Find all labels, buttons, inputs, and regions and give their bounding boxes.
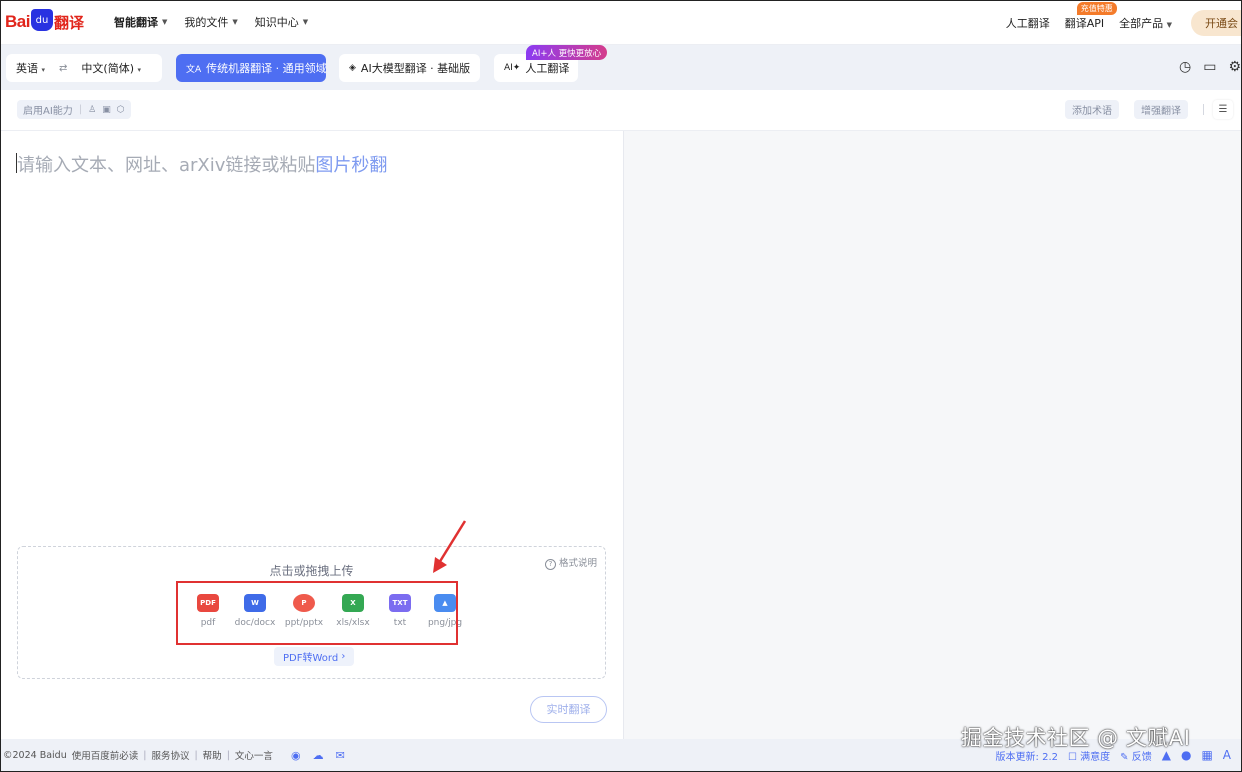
footer-links: ©2024 Baidu 使用百度前必读 | 服务协议 | 帮助 | 文心一言 — [3, 748, 273, 763]
target-language-select[interactable]: 中文(简体) ▾ — [81, 60, 141, 76]
pdf-to-word-label: PDF转Word — [283, 653, 339, 664]
all-products-label: 全部产品 — [1119, 16, 1164, 30]
mode-toolbar: 英语 ▾ ⇄ 中文(简体) ▾ 文A 传统机器翻译 · 通用领域 ◈ AI大模型… — [1, 45, 1241, 90]
history-icon[interactable]: ◷ — [1179, 59, 1191, 75]
source-language-label: 英语 — [16, 62, 38, 75]
app-window: Bai du 翻译 智能翻译 ▼ 我的文件 ▼ 知识中心 ▼ 人工翻译 充值特惠… — [0, 0, 1242, 772]
nav-human-translate[interactable]: 人工翻译 — [1006, 15, 1050, 31]
footer-link[interactable]: 文心一言 — [235, 748, 273, 762]
ai-document-icon[interactable]: ▣ — [102, 105, 111, 115]
toolbar-icons: ◷ ▭ ⚙ — [1179, 59, 1241, 75]
baidu-translate-logo[interactable]: Bai du 翻译 — [5, 7, 84, 37]
version-value: 2.2 — [1042, 751, 1058, 763]
nav-item-label: 智能翻译 — [114, 16, 158, 29]
windows-icon[interactable]: ▦ — [1201, 748, 1212, 762]
sub-toolbar: 启用AI能力 | ♙ ▣ ⬡ 添加术语 增强翻译 ☰ — [1, 90, 1241, 131]
footer-link[interactable]: 帮助 — [203, 748, 222, 762]
question-icon: ? — [544, 559, 556, 570]
chevron-down-icon: ▼ — [1166, 20, 1172, 29]
tab-label: 传统机器翻译 · 通用领域 — [206, 62, 327, 75]
api-label: 翻译API — [1064, 16, 1105, 30]
chevron-down-icon: ▼ — [302, 18, 309, 26]
nav-item-label: 知识中心 — [254, 16, 299, 29]
divider: | — [226, 749, 230, 761]
image-translate-link[interactable]: 图片秒翻 — [315, 155, 387, 176]
chevron-down-icon: ▾ — [137, 66, 142, 74]
chevron-down-icon: ▼ — [162, 18, 168, 26]
format-help-link[interactable]: ? 格式说明 — [544, 555, 597, 570]
chevron-down-icon: ▾ — [41, 66, 46, 74]
layers-icon: ◈ — [349, 63, 356, 73]
tab-label: 人工翻译 — [525, 62, 570, 75]
language-selector: 英语 ▾ ⇄ 中文(简体) ▾ — [6, 54, 162, 82]
tab-llm-translation[interactable]: ◈ AI大模型翻译 · 基础版 — [339, 54, 480, 82]
chevron-right-icon: › — [338, 651, 346, 662]
logo-bai: Bai — [5, 12, 30, 31]
wechat-icon[interactable]: ☁ — [313, 749, 324, 762]
logo-fanyi: 翻译 — [53, 13, 84, 32]
nav-menu: 智能翻译 ▼ 我的文件 ▼ 知识中心 ▼ — [114, 14, 308, 30]
footer-link[interactable]: 服务协议 — [151, 748, 189, 762]
highlight-box — [176, 581, 458, 645]
version-label: 版本更新: — [995, 751, 1039, 763]
translation-output-panel — [624, 131, 1241, 739]
realtime-translate-button[interactable]: 实时翻译 — [530, 696, 607, 723]
folder-icon[interactable]: ▭ — [1203, 59, 1216, 75]
translate-icon: 文A — [186, 64, 202, 75]
logo-paw-icon: du — [30, 9, 53, 31]
divider — [1203, 104, 1204, 115]
annotation-arrow-icon — [433, 520, 467, 573]
source-input-panel[interactable]: 请输入文本、网址、arXiv链接或粘贴图片秒翻 点击或拖拽上传 ? 格式说明 PD… — [1, 131, 624, 739]
nav-translate-api[interactable]: 充值特惠 翻译API — [1064, 1, 1117, 31]
satisfaction-label: 满意度 — [1080, 751, 1111, 763]
watermark: 掘金技术社区 @ 文赋AI — [961, 726, 1191, 750]
nav-item-label: 我的文件 — [184, 16, 229, 29]
target-language-label: 中文(简体) — [81, 62, 134, 75]
nav-all-products[interactable]: 全部产品 ▼ — [1119, 15, 1172, 31]
upload-title: 点击或拖拽上传 — [269, 564, 354, 578]
tab-label: AI大模型翻译 · 基础版 — [360, 62, 471, 75]
ai-capability-label: 启用AI能力 — [23, 106, 73, 117]
nav-item-knowledge-center[interactable]: 知识中心 ▼ — [255, 14, 308, 30]
weibo-icon[interactable]: ◉ — [291, 749, 301, 762]
gear-icon[interactable]: ⚙ — [1228, 59, 1241, 75]
source-language-select[interactable]: 英语 ▾ — [16, 60, 45, 76]
nav-item-smart-translate[interactable]: 智能翻译 ▼ — [114, 14, 167, 30]
api-promo-badge: 充值特惠 — [1076, 1, 1117, 15]
add-term-button[interactable]: 添加术语 — [1065, 100, 1119, 119]
source-text-placeholder[interactable]: 请输入文本、网址、arXiv链接或粘贴图片秒翻 — [17, 151, 387, 177]
divider: | — [143, 749, 147, 761]
enhance-translation-button[interactable]: 增强翻译 — [1134, 100, 1188, 119]
footer-link[interactable]: 使用百度前必读 — [72, 748, 139, 762]
copyright: ©2024 Baidu — [3, 749, 67, 761]
nav-item-my-files[interactable]: 我的文件 ▼ — [184, 14, 237, 30]
open-membership-button[interactable]: 开通会 — [1191, 9, 1241, 36]
nav-right: 人工翻译 充值特惠 翻译API 全部产品 ▼ 开通会 — [1006, 1, 1241, 44]
divider: | — [194, 749, 198, 761]
divider: | — [78, 104, 83, 115]
chevron-down-icon: ▼ — [232, 18, 238, 26]
pdf-to-word-button[interactable]: PDF转Word › — [274, 647, 355, 666]
swap-languages-icon[interactable]: ⇄ — [59, 63, 67, 74]
app-store-icon[interactable]: A — [1223, 748, 1231, 762]
top-nav: Bai du 翻译 智能翻译 ▼ 我的文件 ▼ 知识中心 ▼ 人工翻译 充值特惠… — [1, 1, 1241, 45]
ai-robot-icon[interactable]: ♙ — [88, 105, 96, 115]
ai-human-badge: AI+人 更快更放心 — [526, 45, 608, 60]
ai-capability-toggle[interactable]: 启用AI能力 | ♙ ▣ ⬡ — [17, 100, 131, 119]
ai-cube-icon[interactable]: ⬡ — [117, 105, 125, 115]
format-help-label: 格式说明 — [558, 558, 597, 569]
mail-icon[interactable]: ✉ — [336, 749, 345, 762]
list-menu-icon[interactable]: ☰ — [1213, 100, 1233, 119]
ai-sparkle-icon: AI✦ — [504, 63, 521, 73]
social-links: ◉ ☁ ✉ — [291, 749, 345, 762]
feedback-label: 反馈 — [1131, 751, 1152, 763]
tab-machine-translation[interactable]: 文A 传统机器翻译 · 通用领域 — [176, 54, 327, 82]
placeholder-text: 请输入文本、网址、arXiv链接或粘贴 — [17, 155, 316, 176]
